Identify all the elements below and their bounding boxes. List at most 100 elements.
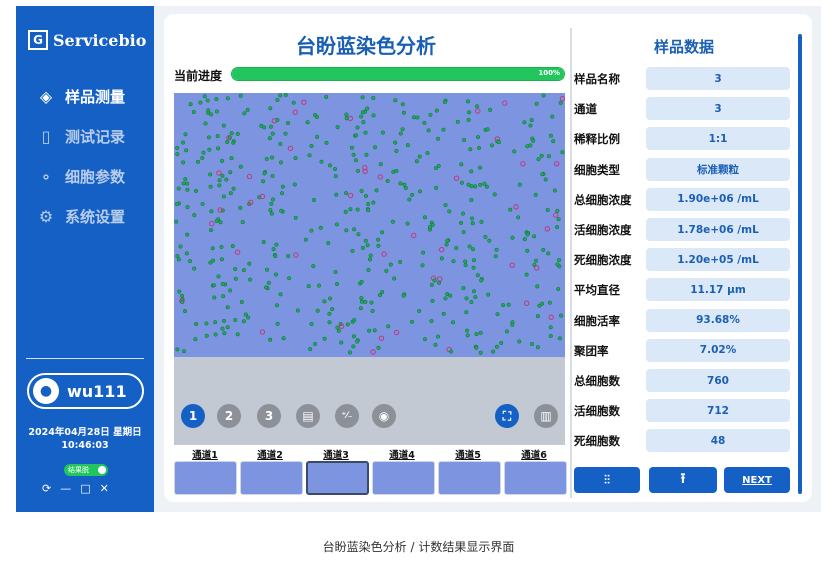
live-cell-marker xyxy=(394,168,399,173)
refresh-icon[interactable]: ⟳ xyxy=(42,482,51,495)
logo-mark: G xyxy=(28,30,48,50)
live-cell-marker xyxy=(420,263,425,268)
live-cell-marker xyxy=(355,125,360,130)
nav-item-cell-params[interactable]: ∘ 细胞参数 xyxy=(36,166,125,187)
live-cell-marker xyxy=(322,336,327,341)
result-toggle[interactable]: 结果脱 xyxy=(64,464,108,476)
live-cell-marker xyxy=(333,269,338,275)
dead-cell-marker xyxy=(548,314,554,320)
live-cell-marker xyxy=(181,349,187,354)
live-cell-marker xyxy=(231,140,236,145)
dead-cell-marker xyxy=(259,329,266,335)
live-cell-marker xyxy=(482,181,487,186)
close-icon[interactable]: ✕ xyxy=(100,482,109,495)
focus-icon[interactable]: ⛶ xyxy=(495,404,519,428)
nav-item-system-settings[interactable]: ⚙ 系统设置 xyxy=(36,206,125,227)
row-value: 712 xyxy=(646,399,790,423)
row-label: 通道 xyxy=(574,102,597,117)
live-cell-marker xyxy=(351,152,356,157)
live-cell-marker xyxy=(384,268,389,273)
live-cell-marker xyxy=(551,139,556,144)
row-value: 11.17 μm xyxy=(646,278,790,302)
channel-label-2[interactable]: 通道2 xyxy=(240,447,300,461)
microscope-image[interactable] xyxy=(174,93,565,357)
live-cell-marker xyxy=(207,147,212,152)
live-cell-marker xyxy=(428,112,433,117)
live-cell-marker xyxy=(262,125,267,130)
next-button[interactable]: NEXT xyxy=(724,467,790,493)
live-cell-marker xyxy=(180,140,186,145)
row-label: 死细胞浓度 xyxy=(574,253,632,268)
live-cell-marker xyxy=(293,215,298,220)
channel-thumb-3[interactable] xyxy=(306,461,369,495)
nav-item-sample-measure[interactable]: ◈ 样品测量 xyxy=(36,86,125,107)
channel-label-6[interactable]: 通道6 xyxy=(504,447,564,461)
minimize-icon[interactable]: — xyxy=(60,482,71,495)
live-cell-marker xyxy=(213,320,218,325)
image-3-button[interactable]: 3 xyxy=(257,404,281,428)
dead-cell-marker xyxy=(381,251,387,257)
row-value: 7.02% xyxy=(646,338,790,362)
live-cell-marker xyxy=(215,134,220,139)
live-cell-marker xyxy=(219,244,224,250)
live-cell-marker xyxy=(322,299,327,304)
live-cell-marker xyxy=(343,209,348,214)
live-cell-marker xyxy=(210,246,215,251)
live-cell-marker xyxy=(548,333,553,339)
dead-cell-marker xyxy=(524,300,530,306)
row-value: 1:1 xyxy=(646,127,790,151)
live-cell-marker xyxy=(557,336,562,341)
live-cell-marker xyxy=(359,296,364,301)
live-cell-marker xyxy=(532,234,537,239)
channel-thumb-2[interactable] xyxy=(240,461,303,495)
panel-scrollbar[interactable] xyxy=(798,34,802,494)
channel-thumb-6[interactable] xyxy=(504,461,567,495)
adjust-icon[interactable]: ⫶⫶ xyxy=(574,467,640,493)
live-cell-marker xyxy=(181,181,186,186)
channel-thumb-4[interactable] xyxy=(372,461,435,495)
live-cell-marker xyxy=(461,286,466,291)
live-cell-marker xyxy=(369,300,374,305)
channel-label-5[interactable]: 通道5 xyxy=(438,447,498,461)
live-cell-marker xyxy=(353,158,358,163)
maximize-icon[interactable]: □ xyxy=(80,482,90,495)
live-cell-marker xyxy=(491,349,496,354)
dead-cell-marker xyxy=(287,145,294,152)
live-cell-marker xyxy=(220,281,225,286)
upload-icon[interactable]: ⭱ xyxy=(649,467,717,493)
date-text: 2024年04月28日 星期日 xyxy=(28,427,142,438)
live-cell-marker xyxy=(224,177,229,182)
list-icon[interactable]: ▤ xyxy=(296,404,320,428)
image-2-button[interactable]: 2 xyxy=(217,404,241,428)
channel-label-4[interactable]: 通道4 xyxy=(372,447,432,461)
channel-label-1[interactable]: 通道1 xyxy=(175,447,235,461)
live-cell-marker xyxy=(469,197,474,203)
bars-icon[interactable]: ▥ xyxy=(534,404,558,428)
live-cell-marker xyxy=(327,163,333,168)
channel-thumb-5[interactable] xyxy=(438,461,501,495)
row-value: 1.78e+06 /mL xyxy=(646,218,790,241)
live-cell-marker xyxy=(221,123,226,128)
live-cell-marker xyxy=(192,266,197,271)
channel-label-3[interactable]: 通道3 xyxy=(306,447,366,461)
live-cell-marker xyxy=(245,107,250,112)
live-cell-marker xyxy=(202,94,207,99)
channel-thumb-1[interactable] xyxy=(174,461,237,495)
live-cell-marker xyxy=(445,238,450,243)
eye-icon[interactable]: ◉ xyxy=(372,404,396,428)
live-cell-marker xyxy=(380,130,385,135)
live-cell-marker xyxy=(350,248,355,253)
plus-minus-icon[interactable]: ⁺⁄₋ xyxy=(335,404,359,428)
live-cell-marker xyxy=(314,114,320,120)
nav-item-test-records[interactable]: ▯ 测试记录 xyxy=(36,126,125,147)
live-cell-marker xyxy=(270,173,275,179)
live-cell-marker xyxy=(266,280,271,285)
live-cell-marker xyxy=(363,238,368,243)
live-cell-marker xyxy=(233,266,238,272)
dead-cell-marker xyxy=(370,349,376,355)
live-cell-marker xyxy=(287,276,292,281)
main-card: 台盼蓝染色分析 当前进度 100% 1 2 3 ▤ ⁺⁄₋ ◉ ⛶ ▥ 通道1 … xyxy=(164,14,812,502)
image-1-button[interactable]: 1 xyxy=(181,404,205,428)
live-cell-marker xyxy=(421,250,426,255)
user-pill[interactable]: ● wu111 xyxy=(27,373,144,409)
